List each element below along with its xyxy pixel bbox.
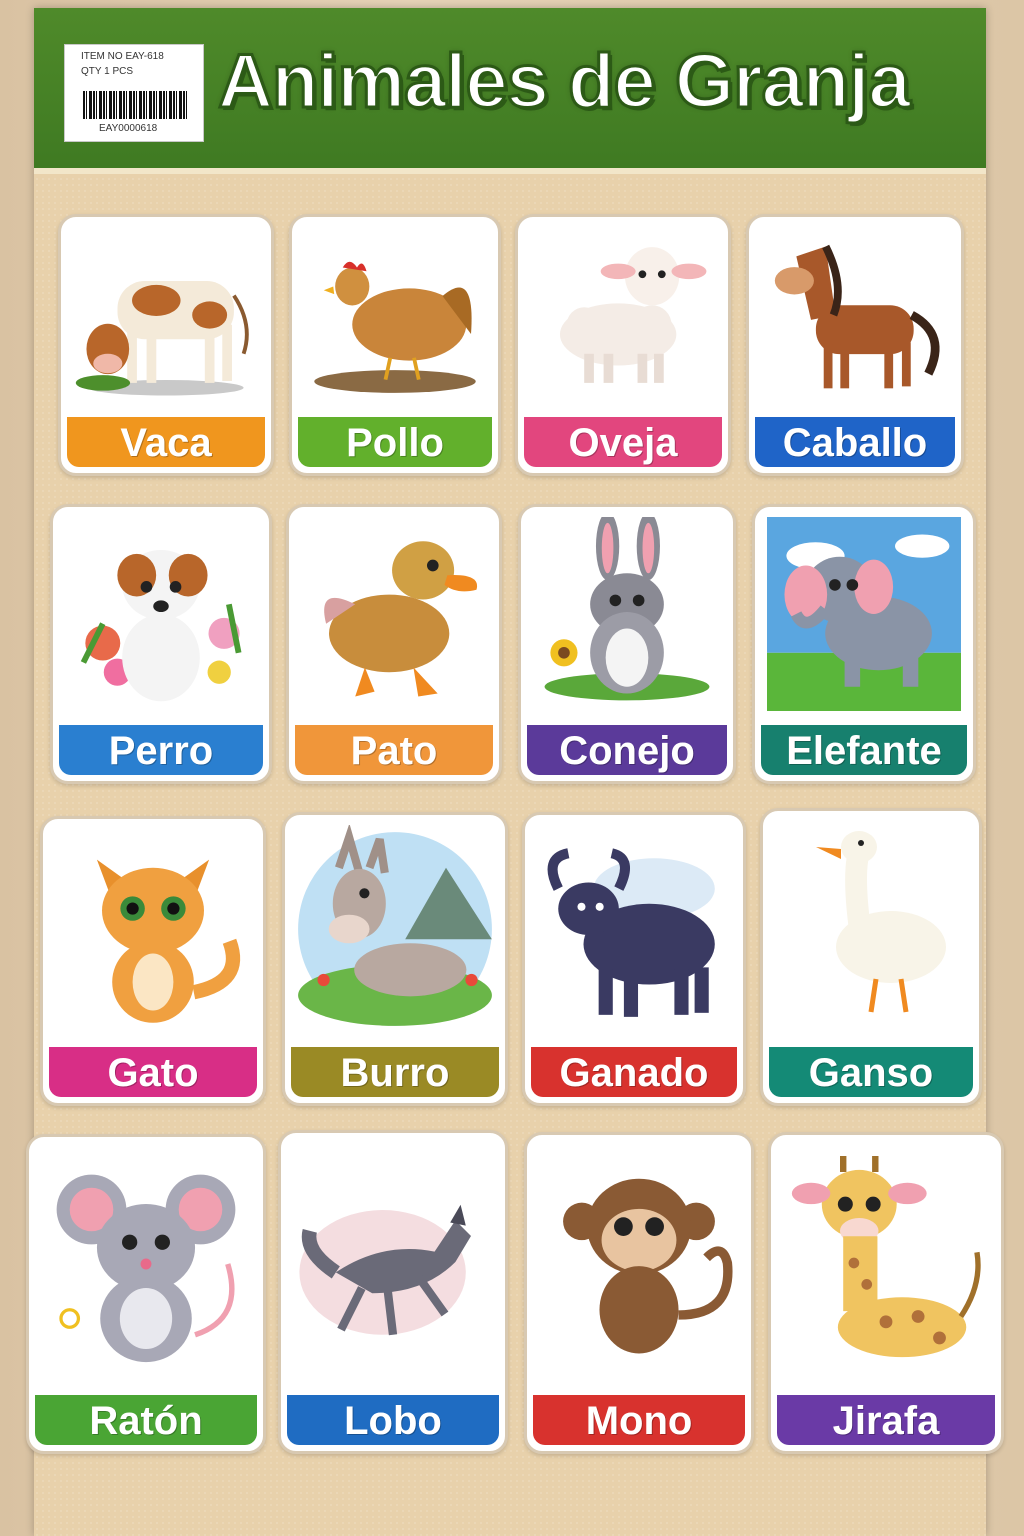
- chicken-icon: [300, 227, 490, 403]
- cow-icon: [69, 227, 263, 403]
- animal-card: Mono: [524, 1132, 754, 1454]
- rabbit-icon: [529, 517, 725, 711]
- item-quantity: QTY 1 PCS: [81, 66, 134, 77]
- animal-card: Ganado: [522, 812, 746, 1106]
- giraffe-icon: [779, 1145, 993, 1381]
- elephant-icon: [763, 517, 965, 711]
- card-label: Jirafa: [777, 1395, 995, 1445]
- card-label: Elefante: [761, 725, 967, 775]
- duck-icon: [297, 517, 491, 711]
- animal-card: Conejo: [518, 504, 736, 784]
- donkey-icon: [293, 825, 497, 1033]
- card-label: Gato: [49, 1047, 257, 1097]
- animal-card: Jirafa: [768, 1132, 1004, 1454]
- wolf-icon: [289, 1143, 497, 1381]
- card-label: Pollo: [298, 417, 492, 467]
- card-label: Ganso: [769, 1047, 973, 1097]
- animal-card: Gato: [40, 816, 266, 1106]
- horse-icon: [757, 227, 953, 403]
- animal-card: Caballo: [746, 214, 964, 476]
- card-label: Lobo: [287, 1395, 499, 1445]
- mouse-icon: [37, 1147, 255, 1381]
- card-label: Caballo: [755, 417, 955, 467]
- animal-card: Pato: [286, 504, 502, 784]
- card-label: Vaca: [67, 417, 265, 467]
- card-label: Pato: [295, 725, 493, 775]
- buffalo-icon: [533, 825, 735, 1033]
- animal-card: Ganso: [760, 808, 982, 1106]
- page-title: Animales de Granja: [217, 39, 913, 124]
- animal-card: Ratón: [26, 1134, 266, 1454]
- item-number: ITEM NO EAY-618: [81, 51, 164, 62]
- card-label: Oveja: [524, 417, 722, 467]
- animal-card: Pollo: [289, 214, 501, 476]
- barcode-icon: [83, 91, 187, 119]
- card-label: Ganado: [531, 1047, 737, 1097]
- card-label: Burro: [291, 1047, 499, 1097]
- animal-card: Burro: [282, 812, 508, 1106]
- animal-card: Elefante: [752, 504, 976, 784]
- goose-icon: [771, 821, 971, 1033]
- animal-card: Lobo: [278, 1130, 508, 1454]
- sheep-icon: [526, 227, 720, 403]
- monkey-icon: [535, 1145, 743, 1381]
- item-code: EAY0000618: [99, 123, 158, 134]
- animal-card: Perro: [50, 504, 272, 784]
- item-sticker: ITEM NO EAY-618 QTY 1 PCS EAY0000618: [64, 44, 204, 142]
- card-label: Conejo: [527, 725, 727, 775]
- dog-icon: [61, 517, 261, 711]
- animal-card: Vaca: [58, 214, 274, 476]
- card-label: Perro: [59, 725, 263, 775]
- card-label: Ratón: [35, 1395, 257, 1445]
- cat-icon: [51, 829, 255, 1033]
- card-label: Mono: [533, 1395, 745, 1445]
- animal-card: Oveja: [515, 214, 731, 476]
